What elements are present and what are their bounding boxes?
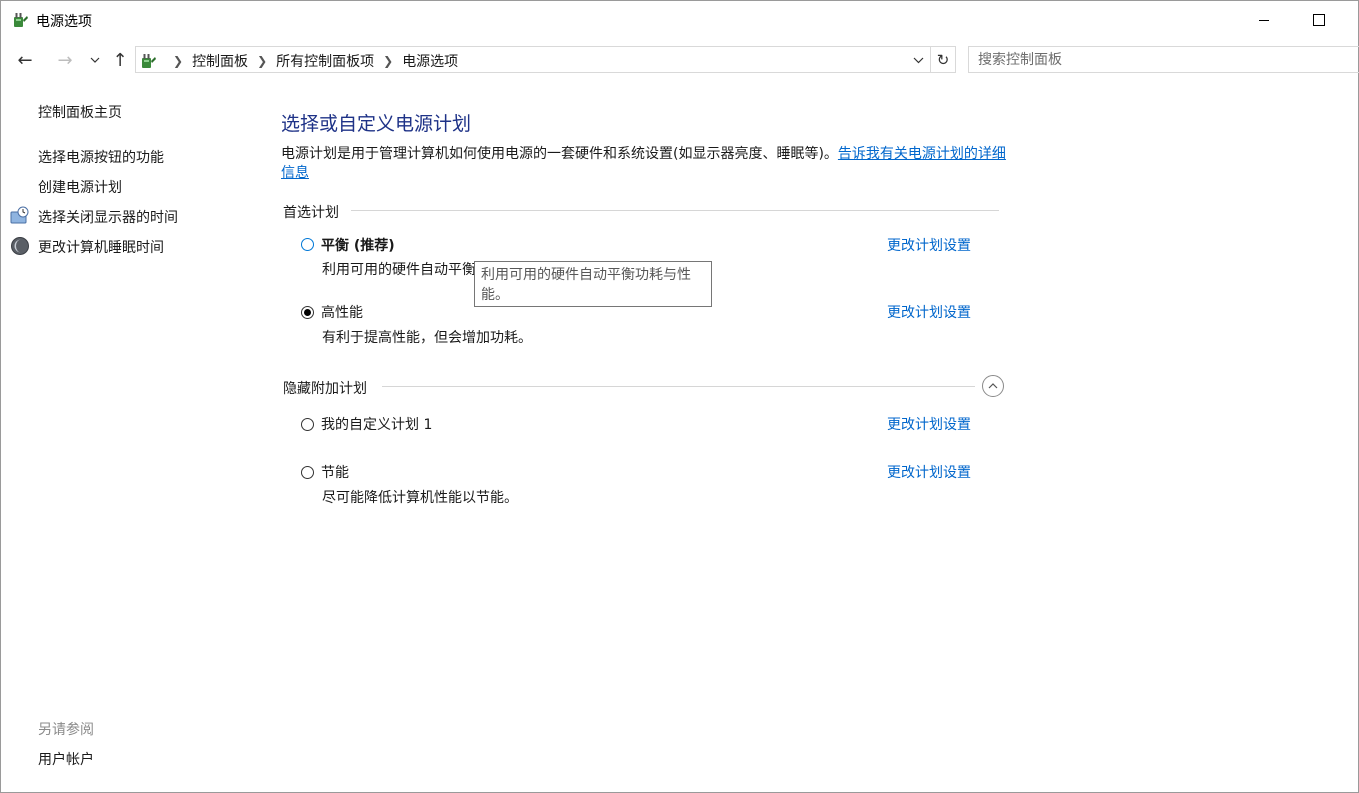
description-text: 电源计划是用于管理计算机如何使用电源的一套硬件和系统设置(如显示器亮度、睡眠等)… — [281, 146, 838, 162]
page-description: 电源计划是用于管理计算机如何使用电源的一套硬件和系统设置(如显示器亮度、睡眠等)… — [281, 145, 1006, 183]
tooltip: 利用可用的硬件自动平衡功耗与性 能。 — [474, 261, 712, 307]
plan-radio-power-saver[interactable] — [301, 466, 314, 479]
see-also-title: 另请参阅 — [38, 722, 94, 738]
plan-name-power-saver[interactable]: 节能 — [321, 462, 349, 482]
group-divider — [351, 210, 999, 211]
moon-icon — [11, 237, 29, 255]
breadcrumb-all-items[interactable]: 所有控制面板项 — [276, 51, 374, 71]
arrow-right-icon: → — [57, 49, 73, 71]
chevron-down-icon — [913, 57, 923, 63]
sidebar-item-power-buttons[interactable]: 选择电源按钮的功能 — [38, 147, 164, 167]
preferred-plans-header: 首选计划 — [283, 205, 339, 221]
change-plan-settings-link[interactable]: 更改计划设置 — [887, 462, 971, 482]
change-plan-settings-link[interactable]: 更改计划设置 — [887, 302, 971, 322]
tooltip-line: 利用可用的硬件自动平衡功耗与性 — [481, 267, 691, 283]
sidebar-item-display-off-time[interactable]: 选择关闭显示器的时间 — [38, 207, 178, 227]
plan-radio-high-performance[interactable] — [301, 306, 314, 319]
recent-locations-button[interactable] — [83, 47, 107, 73]
chevron-right-icon[interactable]: ❯ — [257, 54, 267, 68]
power-options-icon — [142, 54, 156, 68]
plan-radio-balanced[interactable] — [301, 238, 314, 251]
arrow-left-icon: ← — [17, 49, 33, 71]
breadcrumb: ❯ 控制面板 ❯ 所有控制面板项 ❯ 电源选项 — [164, 51, 458, 71]
plan-name-high-performance[interactable]: 高性能 — [321, 302, 363, 322]
group-divider — [382, 386, 975, 387]
tooltip-line: 能。 — [481, 287, 509, 303]
plan-radio-custom-plan-1[interactable] — [301, 418, 314, 431]
search-input[interactable] — [969, 47, 1359, 72]
address-dropdown-button[interactable] — [908, 50, 928, 70]
page-title: 选择或自定义电源计划 — [281, 113, 472, 135]
chevron-right-icon[interactable]: ❯ — [173, 54, 183, 68]
maximize-button[interactable] — [1296, 1, 1342, 39]
sidebar-item-sleep-time[interactable]: 更改计算机睡眠时间 — [38, 237, 164, 257]
refresh-icon: ↻ — [936, 50, 950, 69]
chevron-right-icon[interactable]: ❯ — [383, 54, 393, 68]
sidebar-control-panel-home[interactable]: 控制面板主页 — [38, 102, 122, 122]
plan-name-custom-plan-1[interactable]: 我的自定义计划 1 — [321, 414, 432, 434]
title-bar: 电源选项 — [1, 1, 1358, 39]
plan-name-balanced[interactable]: 平衡 (推荐) — [321, 235, 395, 255]
maximize-icon — [1313, 14, 1325, 26]
up-button[interactable]: ↑ — [108, 47, 132, 73]
chevron-down-icon — [90, 57, 100, 63]
collapse-hidden-plans-button[interactable] — [982, 375, 1004, 397]
minimize-icon — [1259, 19, 1269, 21]
plan-desc-balanced: 利用可用的硬件自动平衡 — [322, 262, 476, 278]
change-plan-settings-link[interactable]: 更改计划设置 — [887, 414, 971, 434]
window-title: 电源选项 — [36, 14, 92, 30]
power-options-window: 电源选项 ← → ↑ ❯ 控制面板 ❯ 所有控制面板项 ❯ 电源选项 ↻ 搜索控… — [0, 0, 1359, 793]
power-options-icon — [14, 13, 28, 27]
minimize-button[interactable] — [1241, 1, 1287, 39]
refresh-button[interactable]: ↻ — [931, 46, 956, 73]
forward-button[interactable]: → — [53, 47, 77, 73]
sidebar-item-user-accounts[interactable]: 用户帐户 — [38, 749, 94, 769]
plan-desc-high-performance: 有利于提高性能，但会增加功耗。 — [322, 330, 532, 346]
breadcrumb-power-options[interactable]: 电源选项 — [402, 51, 458, 71]
breadcrumb-control-panel[interactable]: 控制面板 — [192, 51, 248, 71]
search-box[interactable] — [968, 46, 1359, 73]
display-clock-icon — [10, 206, 29, 224]
change-plan-settings-link[interactable]: 更改计划设置 — [887, 235, 971, 255]
arrow-up-icon: ↑ — [112, 49, 128, 71]
chevron-up-icon — [988, 383, 998, 389]
back-button[interactable]: ← — [13, 47, 37, 73]
address-bar[interactable]: ❯ 控制面板 ❯ 所有控制面板项 ❯ 电源选项 — [135, 46, 931, 73]
hidden-plans-header: 隐藏附加计划 — [283, 381, 367, 397]
plan-desc-power-saver: 尽可能降低计算机性能以节能。 — [322, 490, 518, 506]
sidebar-item-create-plan[interactable]: 创建电源计划 — [38, 177, 122, 197]
